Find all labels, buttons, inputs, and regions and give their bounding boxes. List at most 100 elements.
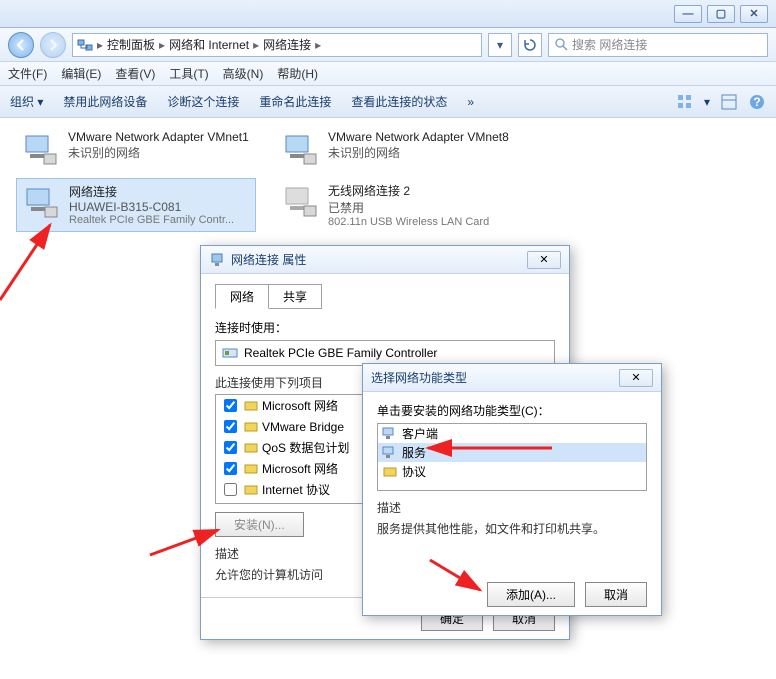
connection-sub1: 已禁用 [328, 199, 489, 216]
adapter-icon [222, 345, 238, 361]
chevron-right-icon: ▸ [315, 38, 321, 52]
type-listbox[interactable]: 客户端 服务 协议 [377, 423, 647, 491]
dialog-title: 选择网络功能类型 [371, 369, 613, 386]
checkbox[interactable] [224, 441, 237, 454]
connection-sub1: 未识别的网络 [328, 144, 509, 161]
close-icon[interactable]: ✕ [619, 369, 653, 387]
network-icon [77, 37, 93, 53]
list-item-label: Microsoft 网络 [262, 460, 338, 477]
tab-sharing[interactable]: 共享 [268, 284, 322, 309]
checkbox[interactable] [224, 462, 237, 475]
chevron-down-icon[interactable]: ▾ [704, 95, 710, 109]
close-icon[interactable]: ✕ [527, 251, 561, 269]
checkbox[interactable] [224, 420, 237, 433]
search-input[interactable]: 搜索 网络连接 [548, 33, 768, 57]
disable-device-button[interactable]: 禁用此网络设备 [63, 93, 147, 110]
install-button[interactable]: 安装(N)... [215, 512, 304, 537]
connection-item[interactable]: 无线网络连接 2 已禁用 802.11n USB Wireless LAN Ca… [276, 178, 516, 232]
search-placeholder: 搜索 网络连接 [572, 36, 647, 53]
adapter-icon [21, 183, 61, 223]
connection-item[interactable]: VMware Network Adapter VMnet1 未识别的网络 [16, 126, 256, 174]
list-item-label: QoS 数据包计划 [262, 439, 349, 456]
adapter-icon [280, 130, 320, 170]
dialog-title: 网络连接 属性 [231, 251, 521, 268]
chevron-right-icon: ▸ [253, 38, 259, 52]
type-protocol[interactable]: 协议 [378, 462, 646, 481]
list-item-label: Internet 协议 [262, 502, 330, 504]
description-text: 服务提供其他性能，如文件和打印机共享。 [377, 520, 647, 560]
adapter-icon [20, 130, 60, 170]
list-item-label: VMware Bridge [262, 420, 344, 434]
breadcrumb[interactable]: ▸ 控制面板 ▸ 网络和 Internet ▸ 网络连接 ▸ [72, 33, 482, 57]
protocol-icon [382, 465, 398, 479]
type-label: 服务 [402, 444, 426, 461]
menu-tools[interactable]: 工具(T) [169, 65, 208, 82]
menu-help[interactable]: 帮助(H) [277, 65, 318, 82]
prompt-label: 单击要安装的网络功能类型(C)： [377, 402, 647, 419]
close-button[interactable]: ✕ [740, 5, 768, 23]
component-icon [244, 462, 258, 476]
type-dialog: 选择网络功能类型 ✕ 单击要安装的网络功能类型(C)： 客户端 服务 协议 描述… [362, 363, 662, 616]
type-label: 客户端 [402, 425, 438, 442]
wireless-adapter-icon [280, 182, 320, 222]
component-icon [244, 504, 258, 505]
menu-view[interactable]: 查看(V) [115, 65, 155, 82]
service-icon [382, 446, 398, 460]
dropdown-button[interactable]: ▾ [488, 33, 512, 57]
toolbar: 组织 ▾ 禁用此网络设备 诊断这个连接 重命名此连接 查看此连接的状态 » ▾ … [0, 86, 776, 118]
component-icon [244, 420, 258, 434]
connection-sub1: HUAWEI-B315-C081 [69, 200, 234, 214]
status-button[interactable]: 查看此连接的状态 [351, 93, 447, 110]
connection-name: 网络连接 [69, 183, 234, 200]
connection-name: VMware Network Adapter VMnet1 [68, 130, 249, 144]
view-icon[interactable] [676, 93, 694, 111]
list-item-label: Microsoft 网络 [262, 397, 338, 414]
checkbox[interactable] [224, 399, 237, 412]
connection-sub1: 未识别的网络 [68, 144, 249, 161]
help-icon[interactable]: ? [748, 93, 766, 111]
breadcrumb-item[interactable]: 网络连接 [263, 36, 311, 53]
connection-item-selected[interactable]: 网络连接 HUAWEI-B315-C081 Realtek PCIe GBE F… [16, 178, 256, 232]
address-bar: ▸ 控制面板 ▸ 网络和 Internet ▸ 网络连接 ▸ ▾ 搜索 网络连接 [0, 28, 776, 62]
more-button[interactable]: » [467, 95, 474, 109]
adapter-name: Realtek PCIe GBE Family Controller [244, 346, 437, 360]
organize-button[interactable]: 组织 ▾ [10, 93, 43, 110]
titlebar: — ▢ ✕ [0, 0, 776, 28]
dialog-titlebar: 网络连接 属性 ✕ [201, 246, 569, 274]
refresh-button[interactable] [518, 33, 542, 57]
menu-advanced[interactable]: 高级(N) [223, 65, 264, 82]
search-icon [555, 38, 568, 51]
cancel-button[interactable]: 取消 [585, 582, 647, 607]
connection-sub2: 802.11n USB Wireless LAN Card [328, 216, 489, 228]
breadcrumb-item[interactable]: 网络和 Internet [169, 36, 249, 53]
list-item-label: Internet 协议 [262, 481, 330, 498]
type-service[interactable]: 服务 [378, 443, 646, 462]
connections-list: VMware Network Adapter VMnet1 未识别的网络 VMw… [0, 118, 776, 240]
checkbox[interactable] [224, 483, 237, 496]
component-icon [244, 399, 258, 413]
connection-item[interactable]: VMware Network Adapter VMnet8 未识别的网络 [276, 126, 516, 174]
type-client[interactable]: 客户端 [378, 424, 646, 443]
component-icon [244, 441, 258, 455]
rename-button[interactable]: 重命名此连接 [259, 93, 331, 110]
chevron-right-icon: ▸ [159, 38, 165, 52]
tab-network[interactable]: 网络 [215, 284, 269, 309]
connect-using-label: 连接时使用： [215, 319, 555, 336]
svg-text:?: ? [753, 95, 760, 109]
add-button[interactable]: 添加(A)... [487, 582, 575, 607]
client-icon [382, 427, 398, 441]
component-icon [244, 483, 258, 497]
pane-icon[interactable] [720, 93, 738, 111]
back-button[interactable] [8, 32, 34, 58]
diagnose-button[interactable]: 诊断这个连接 [167, 93, 239, 110]
menu-edit[interactable]: 编辑(E) [61, 65, 101, 82]
maximize-button[interactable]: ▢ [707, 5, 735, 23]
minimize-button[interactable]: — [674, 5, 702, 23]
description-label: 描述 [377, 499, 647, 516]
breadcrumb-item[interactable]: 控制面板 [107, 36, 155, 53]
type-label: 协议 [402, 463, 426, 480]
menu-file[interactable]: 文件(F) [8, 65, 47, 82]
connection-name: 无线网络连接 2 [328, 182, 489, 199]
connection-name: VMware Network Adapter VMnet8 [328, 130, 509, 144]
forward-button[interactable] [40, 32, 66, 58]
